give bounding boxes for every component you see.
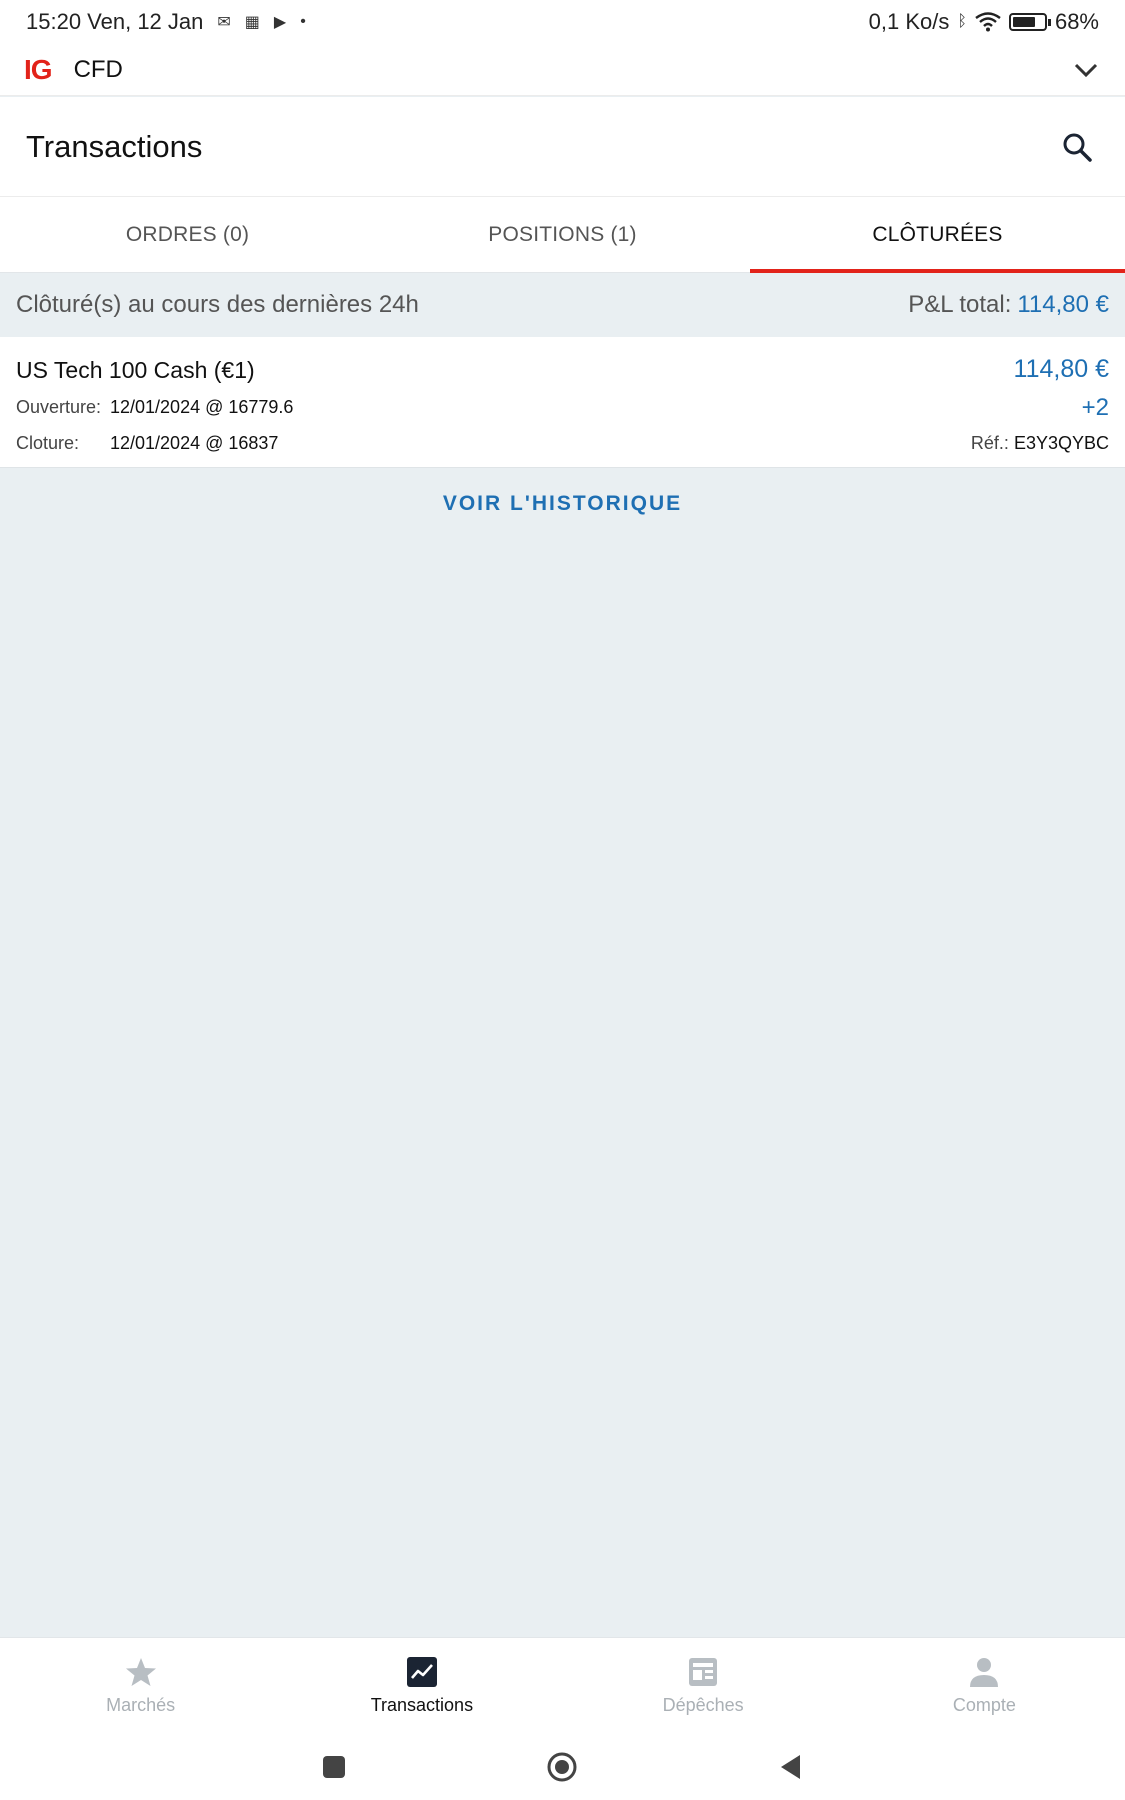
pl-total-value: 114,80 € [1017,291,1109,318]
status-bar: 15:20 Ven, 12 Jan ✉ ▦ ▶ • 0,1 Ko/s ᛒ 68% [0,0,1125,44]
status-time-date: 15:20 Ven, 12 Jan [26,9,204,34]
chart-line-icon [405,1655,439,1689]
closed-trade-row[interactable]: US Tech 100 Cash (€1) 114,80 € Ouverture… [0,337,1125,468]
page-header: Transactions [0,97,1125,197]
view-history-link[interactable]: VOIR L'HISTORIQUE [0,492,1125,516]
dot-icon: • [300,13,306,30]
home-icon[interactable] [542,1747,582,1787]
calendar-icon: ▦ [244,14,260,31]
open-label: Ouverture: [16,397,102,417]
battery-level: 68% [1054,9,1099,34]
nav-label-account: Compte [952,1695,1016,1715]
bluetooth-icon: ᛒ [957,13,967,30]
notification-icon: ✉ [217,14,231,31]
star-icon [124,1655,158,1689]
open-value: 12/01/2024 @ 16779.6 [110,397,294,417]
nav-item-account[interactable]: Compte [844,1638,1125,1733]
chevron-down-icon[interactable] [1071,55,1101,85]
nav-label-news: Dépêches [662,1695,744,1715]
page-title: Transactions [26,128,203,164]
nav-item-news[interactable]: Dépêches [563,1638,844,1733]
trade-size: +2 [1081,394,1109,421]
closed-summary-bar: Clôturé(s) au cours des dernières 24h P&… [0,273,1125,337]
search-icon[interactable] [1055,125,1099,169]
tab-closed[interactable]: CLÔTURÉES [750,197,1125,273]
summary-label: Clôturé(s) au cours des dernières 24h [16,291,419,318]
nav-item-transactions[interactable]: Transactions [281,1638,562,1733]
system-navigation-bar [0,1733,1125,1800]
net-speed: 0,1 Ko/s [868,9,950,34]
close-value: 12/01/2024 @ 16837 [110,433,279,453]
pl-total: P&L total: 114,80 € [908,291,1109,319]
reference-label: Réf.: [970,433,1009,453]
person-icon [967,1655,1001,1689]
close-label: Cloture: [16,433,80,453]
ig-logo: IG [24,53,53,85]
tab-positions[interactable]: POSITIONS (1) [375,197,750,272]
wifi-icon [975,12,1001,32]
account-type-label: CFD [73,55,123,83]
transaction-tabs: ORDRES (0) POSITIONS (1) CLÔTURÉES [0,197,1125,273]
pl-total-label: P&L total: [908,291,1012,318]
nav-item-markets[interactable]: Marchés [0,1638,281,1733]
battery-icon [1008,13,1051,31]
recent-apps-icon[interactable] [314,1747,354,1787]
open-info: Ouverture: 12/01/2024 @ 16779.6 [16,397,293,418]
nav-label-markets: Marchés [106,1695,176,1715]
reference-value: E3Y3QYBC [1013,433,1109,453]
close-info: Cloture: 12/01/2024 @ 16837 [16,433,278,454]
newspaper-icon [686,1655,720,1689]
trade-reference: Réf.: E3Y3QYBC [971,433,1109,454]
tab-orders[interactable]: ORDRES (0) [0,197,375,272]
account-switcher-bar[interactable]: IG CFD [0,44,1125,96]
trade-pnl: 114,80 € [1013,355,1109,383]
back-icon[interactable] [771,1747,811,1787]
play-icon: ▶ [273,14,287,31]
bottom-navigation: Marchés Transactions Dépêches Compte [0,1637,1125,1733]
nav-label-transactions: Transactions [370,1695,474,1715]
instrument-name: US Tech 100 Cash (€1) [16,357,255,383]
